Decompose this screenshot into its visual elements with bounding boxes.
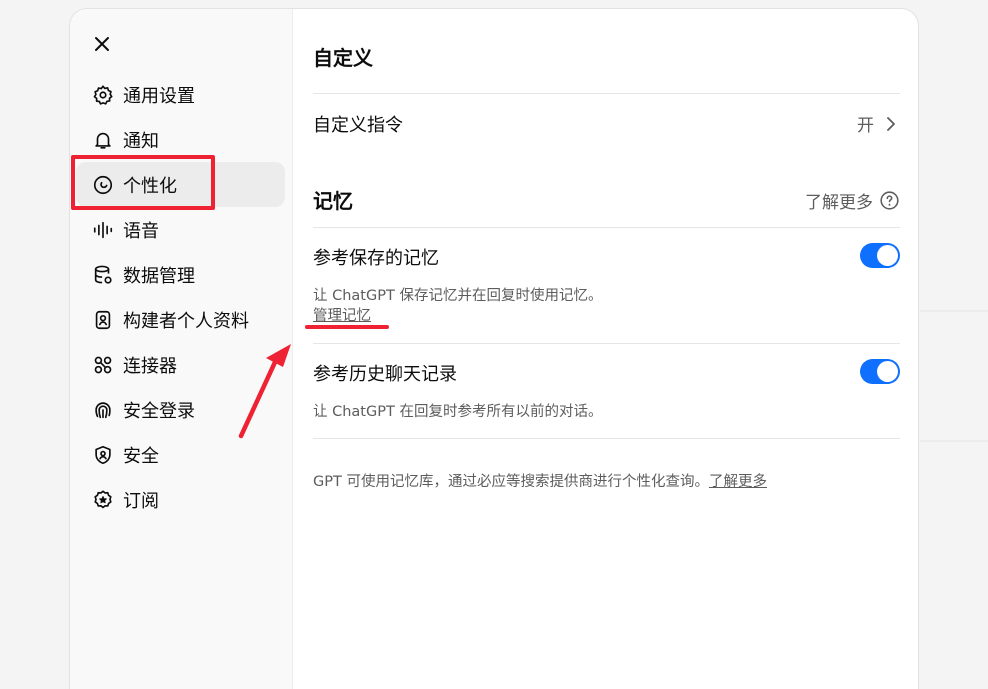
sidebar-item-label: 通知: [123, 130, 159, 152]
saved-memories-description: 让 ChatGPT 保存记忆并在回复时使用记忆。: [313, 288, 603, 304]
sidebar-item-builder-profile[interactable]: 构建者个人资料: [70, 297, 293, 342]
chat-history-label: 参考历史聊天记录: [313, 364, 457, 385]
sidebar-item-label: 安全: [123, 445, 159, 467]
sidebar-item-subscription[interactable]: 订阅: [70, 477, 293, 522]
custom-instructions-status: 开: [857, 116, 874, 136]
gear-icon: [92, 84, 114, 106]
saved-memories-label: 参考保存的记忆: [313, 248, 439, 269]
sidebar-item-label: 个性化: [123, 175, 177, 197]
personalization-icon: [92, 174, 114, 196]
badge-star-icon: [92, 489, 114, 511]
connectors-icon: [92, 354, 114, 376]
sidebar-item-general[interactable]: 通用设置: [70, 72, 293, 117]
annotation-underline: [305, 325, 389, 329]
bell-icon: [92, 129, 114, 151]
divider: [313, 343, 900, 344]
toggle-knob: [877, 361, 898, 382]
memory-learn-more[interactable]: 了解更多: [805, 188, 900, 213]
sidebar-item-data-controls[interactable]: 数据管理: [70, 252, 293, 297]
settings-dialog: 通用设置 通知 个性化 语音 数据管理 构建者个人资料 连接器 安全登录 安全 …: [69, 8, 919, 689]
annotation-arrow: [238, 344, 291, 439]
sidebar-item-label: 安全登录: [123, 400, 195, 422]
sidebar-item-label: 构建者个人资料: [123, 310, 249, 332]
chevron-right-icon: [887, 116, 895, 131]
fingerprint-icon: [92, 399, 114, 421]
chat-history-toggle[interactable]: [860, 359, 900, 384]
profile-card-icon: [92, 309, 114, 331]
sidebar-item-voice[interactable]: 语音: [70, 207, 293, 252]
settings-nav: 通用设置 通知 个性化 语音 数据管理 构建者个人资料 连接器 安全登录 安全 …: [70, 72, 293, 522]
help-circle-icon: [880, 191, 899, 210]
shield-icon: [92, 444, 114, 466]
customize-section-title: 自定义: [313, 46, 373, 70]
close-button[interactable]: [89, 31, 115, 57]
footer-learn-more-link[interactable]: 了解更多: [709, 474, 767, 490]
background-line: [920, 310, 988, 312]
sidebar-item-label: 语音: [123, 220, 159, 242]
sidebar-item-label: 订阅: [123, 490, 159, 512]
divider: [313, 438, 900, 439]
memory-learn-more-label: 了解更多: [805, 193, 873, 213]
sidebar-item-label: 连接器: [123, 355, 177, 377]
sidebar-item-label: 通用设置: [123, 85, 195, 107]
memory-section-title: 记忆: [313, 189, 353, 213]
background-line: [920, 440, 988, 442]
divider: [313, 227, 900, 228]
settings-content: 自定义 自定义指令 开 记忆 了解更多 参考保存的记忆 让 ChatGPT 保存…: [313, 9, 900, 689]
chat-history-description: 让 ChatGPT 在回复时参考所有以前的对话。: [313, 404, 603, 420]
database-icon: [92, 264, 114, 286]
toggle-knob: [877, 245, 898, 266]
custom-instructions-value[interactable]: 开: [857, 111, 900, 136]
custom-instructions-label: 自定义指令: [313, 115, 403, 136]
manage-memories-link[interactable]: 管理记忆: [313, 304, 371, 325]
sidebar-item-label: 数据管理: [123, 265, 195, 287]
close-icon: [95, 37, 109, 51]
divider: [313, 93, 900, 94]
voice-waveform-icon: [92, 219, 114, 241]
footer-note-text: GPT 可使用记忆库，通过必应等搜索提供商进行个性化查询。: [313, 474, 709, 490]
saved-memories-toggle[interactable]: [860, 243, 900, 268]
memory-footer-note: GPT 可使用记忆库，通过必应等搜索提供商进行个性化查询。了解更多: [313, 470, 767, 491]
